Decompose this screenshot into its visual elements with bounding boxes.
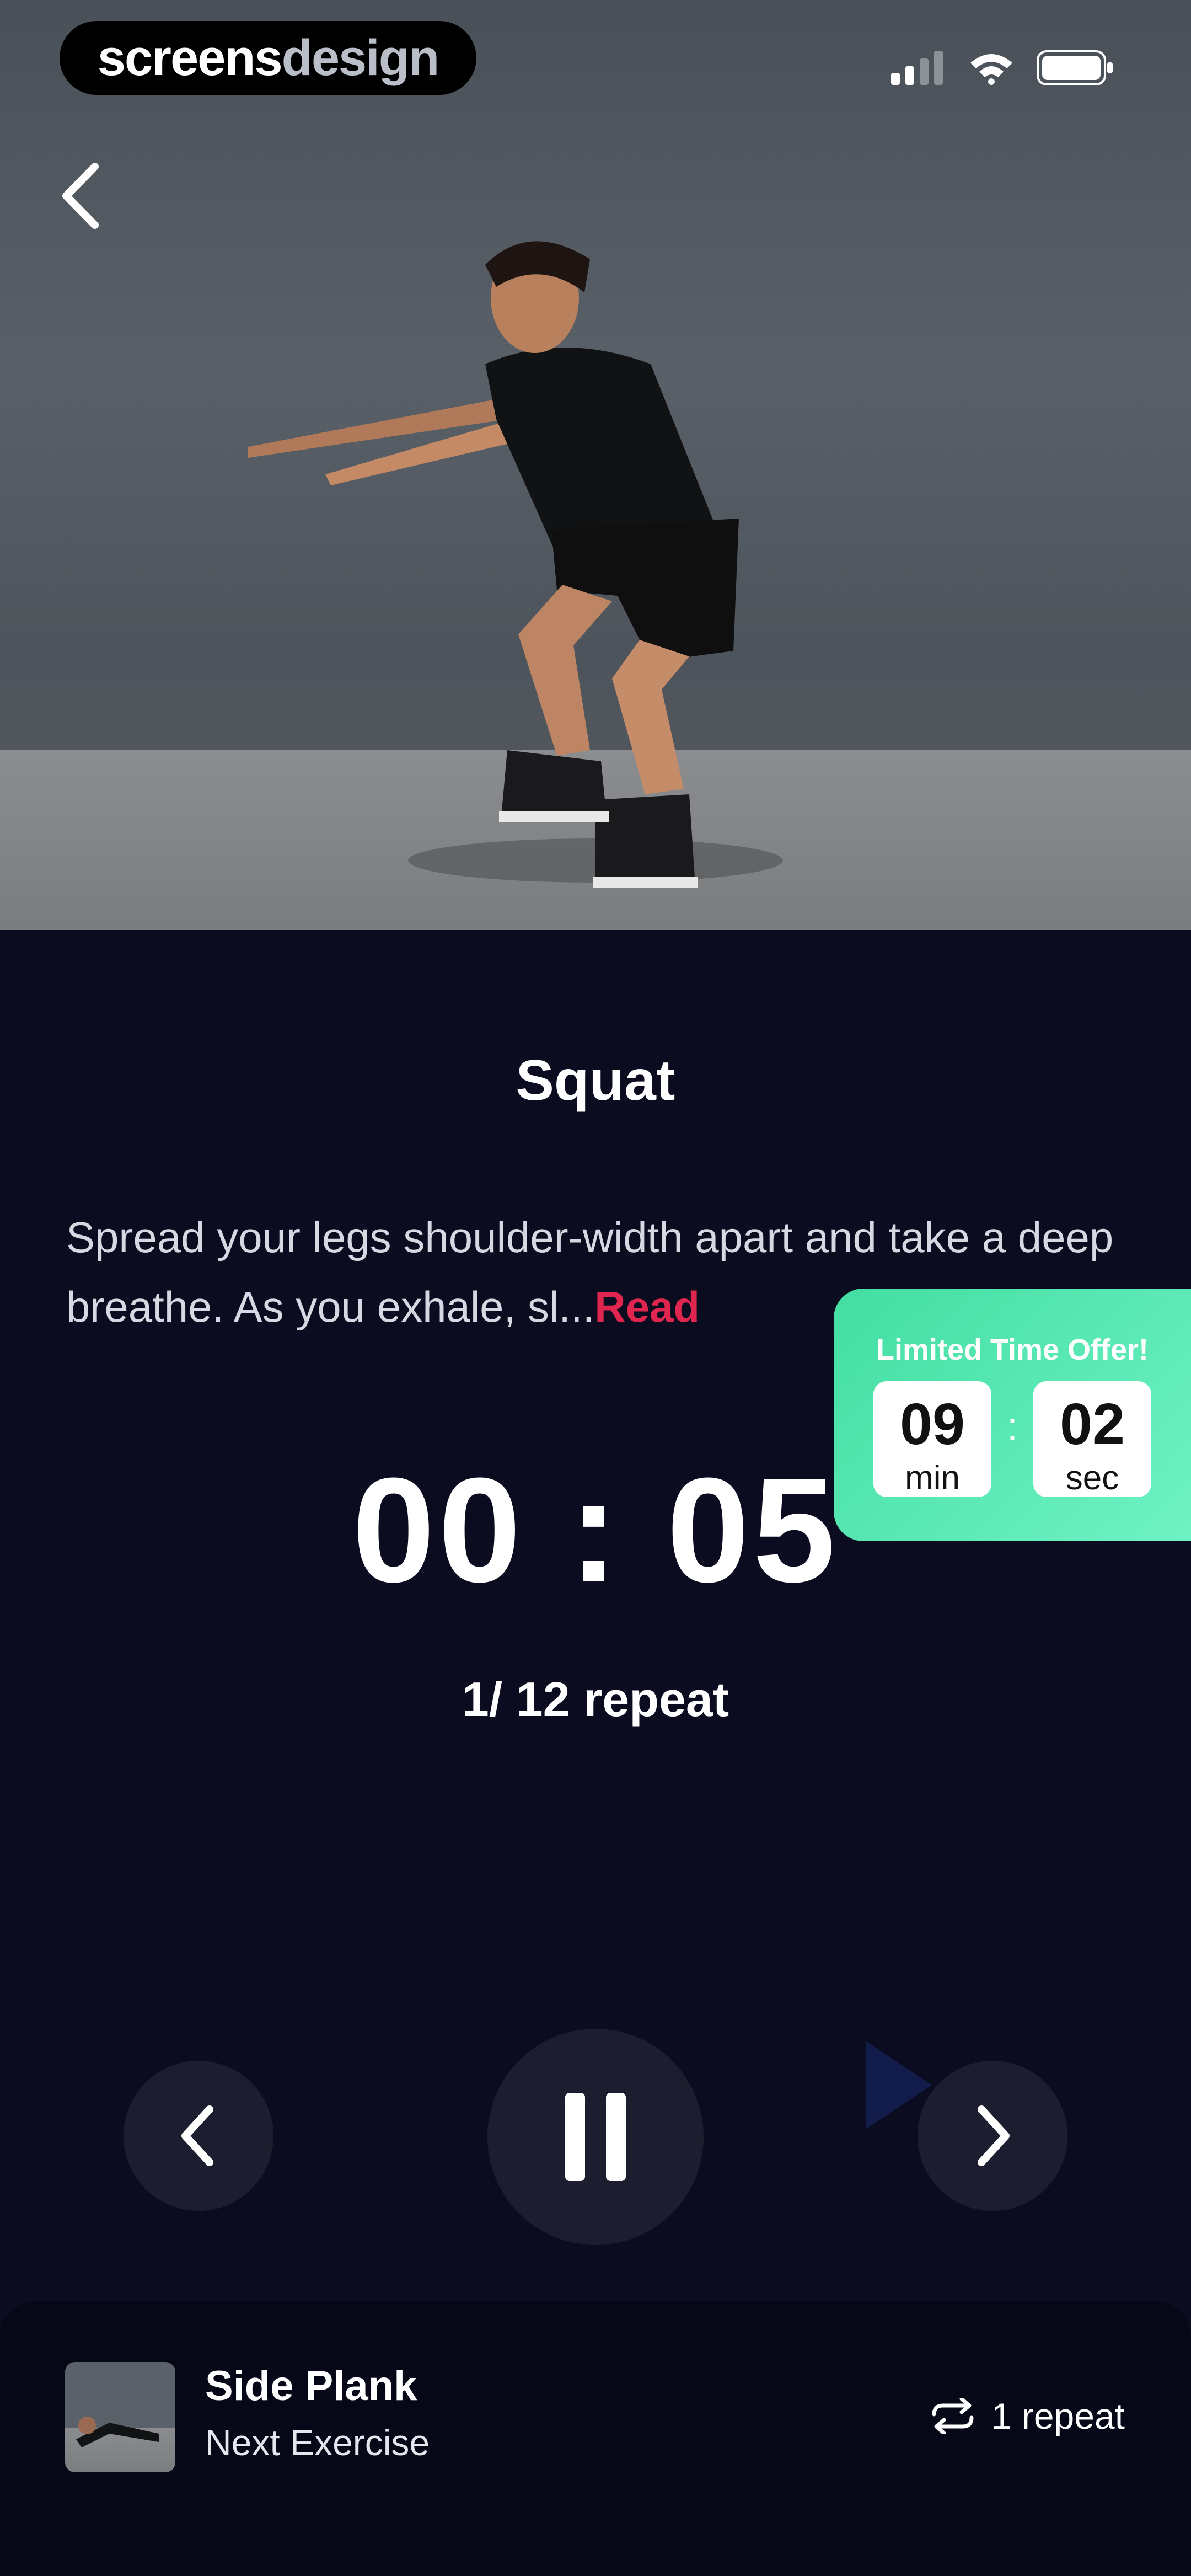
chevron-left-icon bbox=[62, 163, 99, 229]
offer-minutes-unit: min bbox=[905, 1459, 960, 1497]
battery-icon bbox=[1037, 50, 1113, 85]
offer-title: Limited Time Offer! bbox=[876, 1333, 1149, 1366]
next-exercise-repeat: 1 repeat bbox=[930, 2395, 1125, 2437]
previous-exercise-button[interactable] bbox=[124, 2061, 273, 2211]
repeat-counter: 1/ 12 repeat bbox=[462, 1672, 729, 1727]
wifi-icon bbox=[970, 54, 1012, 85]
exercise-video: screens design bbox=[0, 0, 1191, 930]
signal-icon bbox=[891, 51, 943, 85]
next-exercise-label: Next Exercise bbox=[205, 2422, 430, 2463]
offer-seconds-unit: sec bbox=[1065, 1459, 1119, 1497]
next-exercise-button[interactable] bbox=[918, 2061, 1067, 2211]
brand-logo-part2: design bbox=[281, 29, 439, 86]
repeat-icon bbox=[932, 2398, 974, 2434]
offer-minutes-tile: 09 min bbox=[873, 1381, 991, 1497]
chevron-left-icon bbox=[181, 2105, 213, 2166]
offer-separator: : bbox=[1007, 1405, 1018, 1448]
side-plank-thumbnail-icon bbox=[76, 2417, 159, 2447]
pause-icon bbox=[565, 2093, 626, 2181]
back-button[interactable] bbox=[55, 160, 105, 232]
status-bar bbox=[891, 49, 1114, 87]
pause-button[interactable] bbox=[487, 2029, 704, 2245]
exercise-title: Squat bbox=[516, 1049, 675, 1113]
chevron-right-icon bbox=[978, 2105, 1010, 2166]
limited-offer-banner[interactable]: Limited Time Offer! 09 min : 02 sec bbox=[834, 1289, 1191, 1541]
offer-seconds-tile: 02 sec bbox=[1033, 1381, 1151, 1497]
offer-minutes: 09 bbox=[900, 1392, 965, 1457]
next-exercise-repeat-text: 1 repeat bbox=[991, 2396, 1125, 2436]
read-more-link[interactable]: Read bbox=[594, 1282, 700, 1331]
offer-seconds: 02 bbox=[1060, 1392, 1125, 1457]
next-exercise-bar[interactable]: Side Plank Next Exercise 1 repeat bbox=[0, 2301, 1191, 2576]
next-exercise-name: Side Plank bbox=[205, 2363, 417, 2409]
next-exercise-thumbnail bbox=[65, 2362, 175, 2472]
brand-logo-part1: screens bbox=[97, 29, 283, 86]
athlete-illustration bbox=[248, 241, 783, 888]
brand-logo: screens design bbox=[60, 21, 476, 95]
